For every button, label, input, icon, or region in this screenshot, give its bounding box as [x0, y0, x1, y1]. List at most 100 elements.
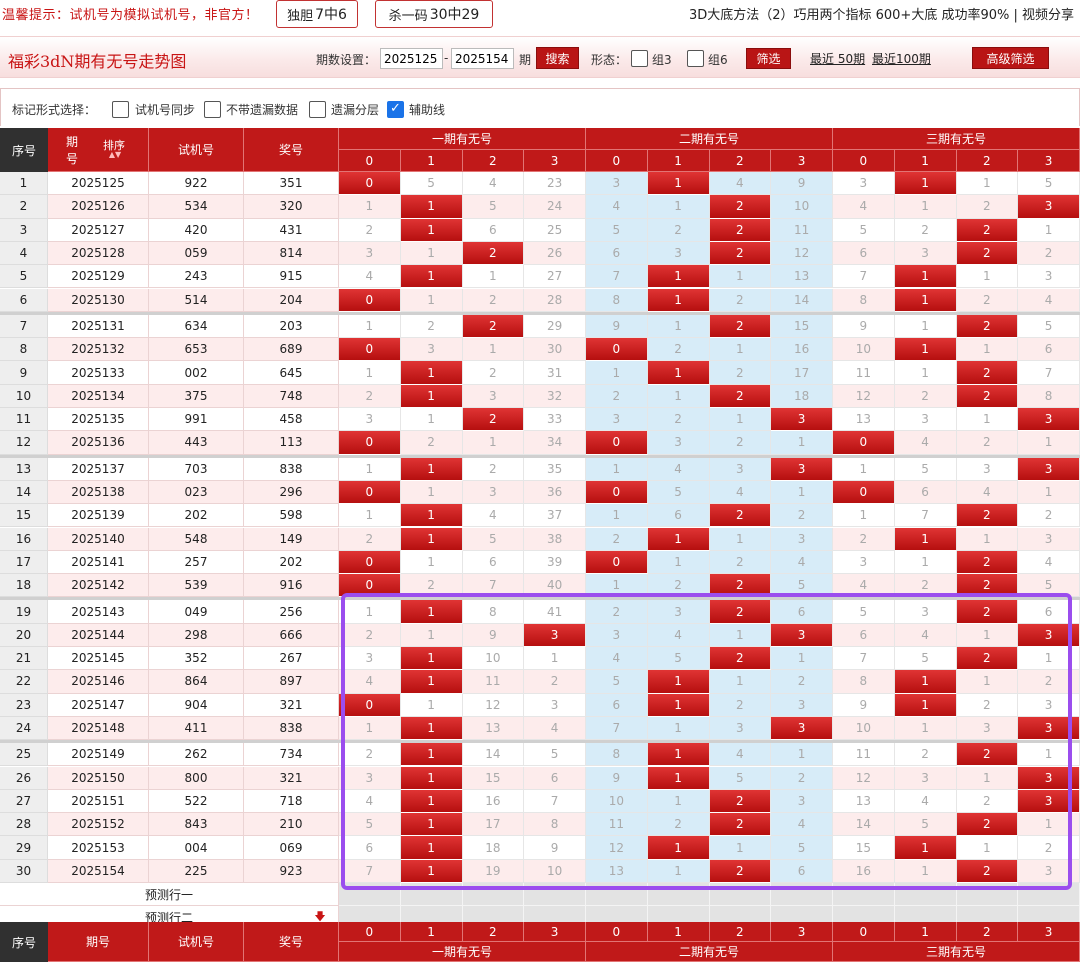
row-prize: 321	[244, 766, 339, 790]
miss-cell: 2	[956, 693, 1019, 717]
hit-cell: 0	[339, 338, 401, 362]
hit-cell: 1	[647, 670, 710, 694]
miss-cell: 2	[956, 288, 1019, 312]
predict-cell[interactable]	[586, 883, 648, 907]
header-issue-top: 期	[66, 134, 79, 149]
hit-cell: 0	[339, 550, 401, 575]
miss-cell: 1	[586, 574, 648, 598]
miss-cell: 14	[462, 743, 525, 767]
header-issue-bottom: 号	[66, 151, 79, 166]
predict-cell[interactable]	[524, 883, 586, 907]
miss-cell: 3	[400, 338, 463, 362]
miss-cell: 8	[1018, 384, 1080, 408]
row-trial: 539	[149, 574, 244, 598]
footer-digit: 3	[771, 922, 833, 942]
miss-cell: 2	[462, 361, 525, 385]
row-seq: 12	[0, 431, 48, 455]
row-issue: 2025145	[48, 647, 149, 671]
row-issue: 2025143	[48, 600, 149, 624]
miss-cell: 2	[647, 574, 710, 598]
miss-cell: 1	[339, 504, 401, 528]
row-prize: 838	[244, 457, 339, 481]
miss-cell: 6	[771, 859, 833, 883]
miss-cell: 3	[894, 600, 957, 624]
row-prize: 296	[244, 480, 339, 505]
hit-cell: 1	[647, 836, 710, 860]
row-seq: 14	[0, 480, 48, 505]
miss-cell: 7	[524, 789, 586, 814]
hit-cell: 2	[956, 241, 1019, 266]
miss-cell: 6	[833, 623, 895, 647]
row-issue: 2025152	[48, 813, 149, 837]
row-issue: 2025126	[48, 195, 149, 219]
predict-cell[interactable]	[1018, 883, 1080, 907]
hit-cell: 1	[400, 600, 463, 624]
hit-cell: 2	[709, 241, 772, 266]
footer-trial: 试机号	[149, 922, 244, 962]
row-prize: 718	[244, 789, 339, 814]
miss-cell: 24	[524, 195, 586, 219]
miss-cell: 3	[894, 766, 957, 790]
miss-cell: 6	[894, 480, 957, 505]
hit-cell: 1	[647, 693, 710, 717]
hit-cell: 1	[400, 716, 463, 741]
miss-cell: 3	[586, 408, 648, 432]
miss-cell: 2	[400, 574, 463, 598]
hit-cell: 1	[400, 647, 463, 671]
miss-cell: 1	[956, 408, 1019, 432]
hit-cell: 2	[462, 408, 525, 432]
miss-cell: 10	[833, 338, 895, 362]
miss-cell: 7	[833, 647, 895, 671]
miss-cell: 1	[586, 361, 648, 385]
hit-cell: 1	[647, 172, 710, 196]
predict-cell[interactable]	[771, 883, 833, 907]
hit-cell: 1	[894, 693, 957, 717]
row-seq: 26	[0, 766, 48, 790]
row-trial: 420	[149, 218, 244, 242]
predict-cell[interactable]	[894, 883, 957, 907]
hit-cell: 0	[339, 172, 401, 196]
predict-cell[interactable]	[339, 883, 401, 907]
predict-cell[interactable]	[647, 883, 710, 907]
footer-group-2: 二期有无号	[586, 942, 833, 962]
hit-cell: 0	[339, 693, 401, 717]
miss-cell: 2	[709, 288, 772, 312]
miss-cell: 12	[833, 766, 895, 790]
row-issue: 2025134	[48, 384, 149, 408]
miss-cell: 1	[771, 647, 833, 671]
header-digit: 0	[339, 150, 401, 172]
row-trial: 352	[149, 647, 244, 671]
row-issue: 2025129	[48, 265, 149, 289]
footer-digit: 1	[894, 922, 957, 942]
row-seq: 6	[0, 288, 48, 312]
row-issue: 2025136	[48, 431, 149, 455]
row-seq: 19	[0, 600, 48, 624]
miss-cell: 3	[586, 172, 648, 196]
miss-cell: 7	[339, 859, 401, 883]
predict-row-1[interactable]: 预测行一	[0, 883, 339, 907]
hit-cell: 1	[894, 172, 957, 196]
predict-cell[interactable]	[709, 883, 772, 907]
hit-cell: 2	[956, 600, 1019, 624]
hit-cell: 1	[894, 338, 957, 362]
miss-cell: 5	[1018, 172, 1080, 196]
miss-cell: 1	[339, 600, 401, 624]
row-trial: 534	[149, 195, 244, 219]
miss-cell: 3	[709, 457, 772, 481]
hit-cell: 2	[709, 574, 772, 598]
hit-cell: 2	[956, 314, 1019, 339]
predict-cell[interactable]	[833, 883, 895, 907]
predict-cell[interactable]	[462, 883, 525, 907]
predict-cell[interactable]	[956, 883, 1019, 907]
miss-cell: 6	[647, 504, 710, 528]
hit-cell: 2	[956, 361, 1019, 385]
hit-cell: 1	[894, 670, 957, 694]
miss-cell: 1	[956, 836, 1019, 860]
row-trial: 243	[149, 265, 244, 289]
miss-cell: 12	[462, 693, 525, 717]
miss-cell: 4	[647, 623, 710, 647]
hit-cell: 2	[956, 859, 1019, 883]
miss-cell: 1	[586, 504, 648, 528]
miss-cell: 6	[1018, 338, 1080, 362]
predict-cell[interactable]	[400, 883, 463, 907]
